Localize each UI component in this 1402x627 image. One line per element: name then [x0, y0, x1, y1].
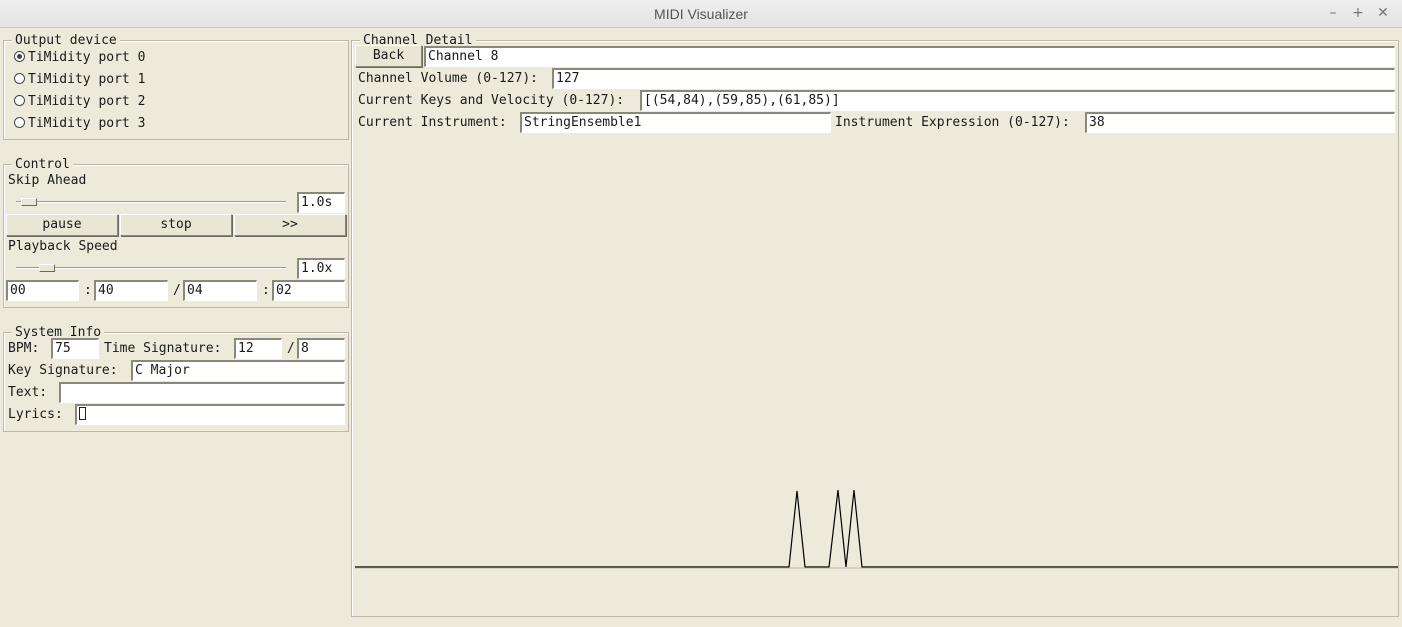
lyrics-label: Lyrics:: [8, 407, 63, 422]
text-field[interactable]: [59, 382, 345, 403]
output-device-panel: Output device TiMidity port 0 TiMidity p…: [3, 33, 349, 140]
port-radio-2[interactable]: TiMidity port 2: [14, 94, 145, 110]
key-signature-field[interactable]: C Major: [131, 360, 345, 381]
skip-ahead-value[interactable]: 1.0s: [297, 192, 345, 213]
current-seconds-field[interactable]: 40: [94, 280, 168, 301]
stop-button[interactable]: stop: [120, 214, 232, 236]
channel-name-field[interactable]: Channel 8: [424, 46, 1395, 67]
maximize-icon[interactable]: +: [1349, 4, 1367, 22]
channel-volume-field[interactable]: 127: [552, 68, 1395, 89]
radio-selected-icon: [14, 51, 25, 62]
fast-forward-button[interactable]: >>: [234, 214, 346, 236]
title-bar: MIDI Visualizer – + ✕: [0, 0, 1402, 28]
back-button[interactable]: Back: [355, 45, 422, 67]
time-signature-numerator[interactable]: 12: [234, 338, 282, 359]
system-info-panel: System Info BPM: 75 Time Signature: 12 /…: [3, 325, 349, 432]
current-instrument-field[interactable]: StringEnsemble1: [520, 112, 831, 133]
skip-ahead-slider[interactable]: [16, 195, 286, 209]
control-panel: Control Skip Ahead 1.0s pause stop >> Pl…: [3, 157, 349, 308]
total-minutes-field[interactable]: 04: [183, 280, 257, 301]
text-label: Text:: [8, 385, 48, 400]
pause-button[interactable]: pause: [6, 214, 118, 236]
current-keys-label: Current Keys and Velocity (0-127):: [358, 93, 625, 108]
current-keys-field[interactable]: [(54,84),(59,85),(61,85)]: [640, 90, 1395, 111]
close-icon[interactable]: ✕: [1374, 4, 1392, 22]
velocity-waveform-line: [355, 489, 1398, 568]
current-instrument-label: Current Instrument:: [358, 115, 507, 130]
time-separator: /: [173, 283, 181, 298]
bpm-label: BPM:: [8, 341, 40, 356]
text-cursor: [79, 407, 86, 420]
port-radio-0[interactable]: TiMidity port 0: [14, 50, 145, 66]
radio-icon: [14, 95, 25, 106]
instrument-expression-field[interactable]: 38: [1085, 112, 1395, 133]
key-signature-label: Key Signature:: [8, 363, 118, 378]
time-signature-denominator[interactable]: 8: [297, 338, 345, 359]
playback-speed-slider-thumb[interactable]: [39, 264, 55, 272]
output-device-legend: Output device: [12, 33, 120, 48]
control-legend: Control: [12, 157, 73, 172]
bpm-field[interactable]: 75: [51, 338, 99, 359]
playback-speed-value[interactable]: 1.0x: [297, 258, 345, 279]
port-radio-1[interactable]: TiMidity port 1: [14, 72, 145, 88]
channel-detail-panel: Channel Detail Back Channel 8 Channel Vo…: [351, 33, 1399, 617]
lyrics-field[interactable]: [75, 404, 345, 425]
velocity-waveform: [355, 489, 1398, 569]
instrument-expression-label: Instrument Expression (0-127):: [835, 115, 1070, 130]
time-separator: :: [84, 283, 92, 298]
radio-icon: [14, 73, 25, 84]
radio-icon: [14, 117, 25, 128]
current-minutes-field[interactable]: 00: [6, 280, 79, 301]
minimize-icon[interactable]: –: [1324, 4, 1342, 22]
total-seconds-field[interactable]: 02: [272, 280, 345, 301]
time-separator: :: [262, 283, 270, 298]
port-radio-3[interactable]: TiMidity port 3: [14, 116, 145, 132]
time-signature-label: Time Signature:: [104, 341, 222, 356]
time-signature-separator: /: [287, 341, 295, 356]
skip-ahead-label: Skip Ahead: [8, 173, 87, 188]
skip-ahead-slider-thumb[interactable]: [21, 198, 37, 206]
playback-speed-slider[interactable]: [16, 261, 286, 275]
channel-volume-label: Channel Volume (0-127):: [358, 71, 539, 86]
playback-speed-label: Playback Speed: [8, 239, 118, 254]
window-title: MIDI Visualizer: [654, 6, 748, 22]
